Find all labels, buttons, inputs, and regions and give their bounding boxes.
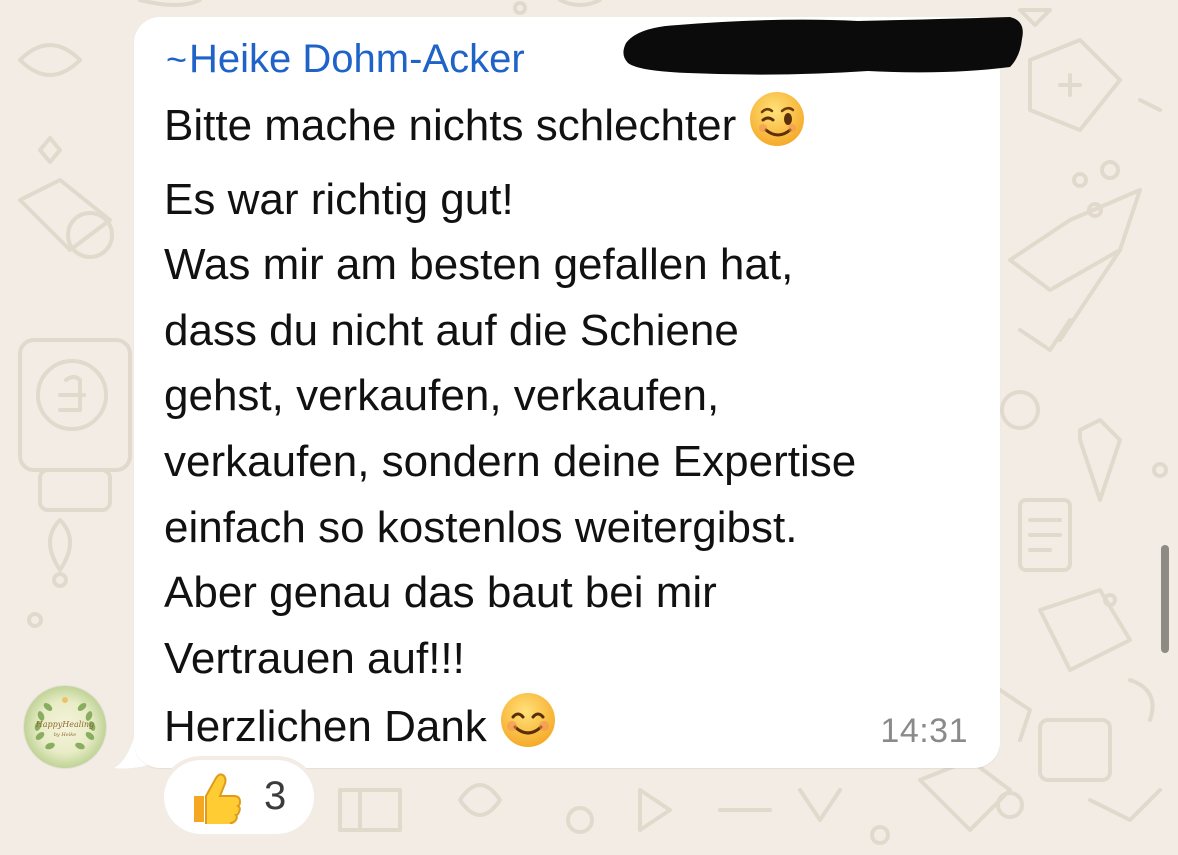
scrollbar[interactable] xyxy=(1161,545,1169,653)
message-line-9: Vertrauen auf!!! xyxy=(164,633,465,683)
message-line-10: Herzlichen Dank xyxy=(164,691,984,768)
message-line-7: einfach so kostenlos weitergibst. xyxy=(164,502,798,552)
message-line-8: Aber genau das baut bei mir xyxy=(164,568,717,618)
reaction-badge[interactable]: 3 xyxy=(164,760,314,834)
smiling-face-emoji xyxy=(499,691,557,768)
avatar-logo-subtext: by Heike xyxy=(53,732,77,738)
message-bubble[interactable]: ~Heike Dohm-Acker Bitte mache nichts sch… xyxy=(134,17,1023,768)
sender-name[interactable]: ~Heike Dohm-Acker xyxy=(166,35,525,84)
message-text: Bitte mache nichts schlechter Es war ric… xyxy=(164,90,984,768)
redacted-phone-number xyxy=(623,17,1023,75)
message-line-text: Bitte mache nichts schlechter xyxy=(164,101,737,150)
sender-name-text: Heike Dohm-Acker xyxy=(189,37,525,81)
winking-face-emoji xyxy=(748,90,806,167)
avatar-logo-text: HappyHealing xyxy=(35,720,95,729)
message-line-1: Bitte mache nichts schlechter xyxy=(164,90,984,167)
message-line-3: Was mir am besten gefallen hat, xyxy=(164,240,794,290)
message-line-5: gehst, verkaufen, verkaufen, xyxy=(164,371,720,421)
sender-avatar[interactable]: HappyHealing by Heike xyxy=(24,686,106,768)
message-timestamp: 14:31 xyxy=(880,712,968,750)
message-line-text: Herzlichen Dank xyxy=(164,702,487,752)
reaction-count: 3 xyxy=(264,774,287,818)
message-line-6: verkaufen, sondern deine Expertise xyxy=(164,436,857,486)
message-line-4: dass du nicht auf die Schiene xyxy=(164,305,739,355)
message-line-2: Es war richtig gut! xyxy=(164,174,514,224)
thumbs-up-icon xyxy=(194,773,242,824)
sender-prefix: ~ xyxy=(166,39,188,80)
